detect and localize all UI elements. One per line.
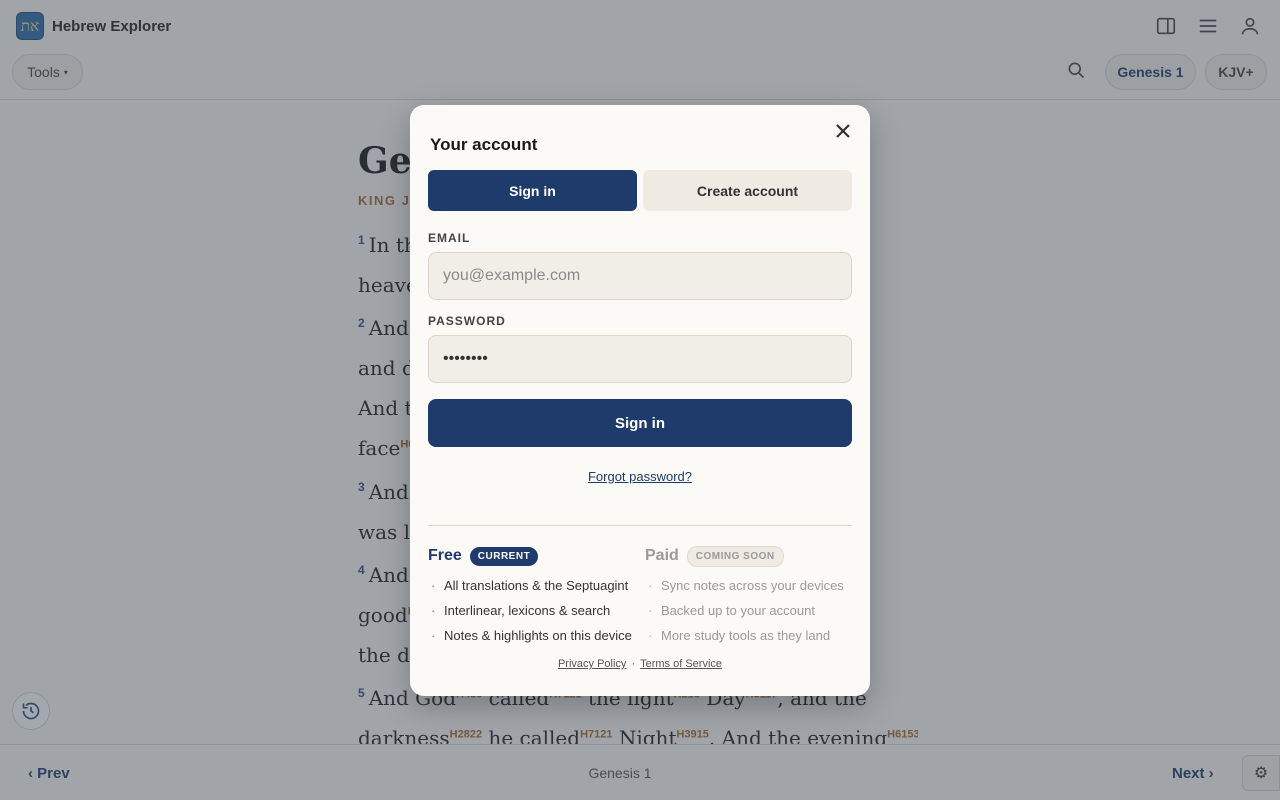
list-item: · Backed up to your account (645, 598, 855, 623)
plan-name: Paid (645, 547, 679, 564)
bullet-icon: · (648, 578, 653, 593)
email-label: EMAIL (428, 231, 471, 245)
status-badge: CURRENT (469, 546, 539, 566)
tab-create-account[interactable]: Create account (643, 170, 852, 211)
password-label: PASSWORD (428, 314, 506, 328)
close-icon[interactable] (833, 121, 853, 141)
status-badge: COMING SOON (686, 545, 784, 567)
list-item: · Notes & highlights on this device (428, 623, 638, 648)
plan-free: Free CURRENT · All translations & the Sep… (428, 545, 638, 648)
feature-text: Sync notes across your devices (661, 578, 844, 593)
divider (428, 525, 852, 526)
privacy-policy-link[interactable]: Privacy Policy (558, 658, 626, 670)
tab-sign-in[interactable]: Sign in (428, 170, 637, 211)
bullet-icon: · (431, 603, 436, 618)
plan-name: Free (428, 547, 462, 564)
separator: · (631, 658, 636, 670)
sign-in-button[interactable]: Sign in (428, 399, 852, 447)
bullet-icon: · (431, 578, 436, 593)
email-field[interactable] (428, 252, 852, 300)
password-field[interactable] (428, 335, 852, 383)
bullet-icon: · (431, 628, 436, 643)
modal-title: Your account (430, 135, 538, 154)
list-item: · Sync notes across your devices (645, 573, 855, 598)
feature-text: More study tools as they land (661, 628, 831, 643)
list-item: · All translations & the Septuagint (428, 573, 638, 598)
account-modal: Your account Sign in Create account EMAI… (410, 105, 870, 696)
feature-text: Interlinear, lexicons & search (444, 603, 611, 618)
plan-paid: Paid COMING SOON · Sync notes across your… (645, 545, 855, 648)
forgot-password-link[interactable]: Forgot password? (410, 469, 870, 484)
feature-text: Backed up to your account (661, 603, 815, 618)
feature-text: Notes & highlights on this device (444, 628, 632, 643)
legal-links: Privacy Policy · Terms of Service (410, 658, 870, 670)
terms-of-service-link[interactable]: Terms of Service (640, 658, 722, 670)
list-item: · Interlinear, lexicons & search (428, 598, 638, 623)
bullet-icon: · (648, 628, 653, 643)
feature-text: All translations & the Septuagint (444, 578, 629, 593)
list-item: · More study tools as they land (645, 623, 855, 648)
bullet-icon: · (648, 603, 653, 618)
